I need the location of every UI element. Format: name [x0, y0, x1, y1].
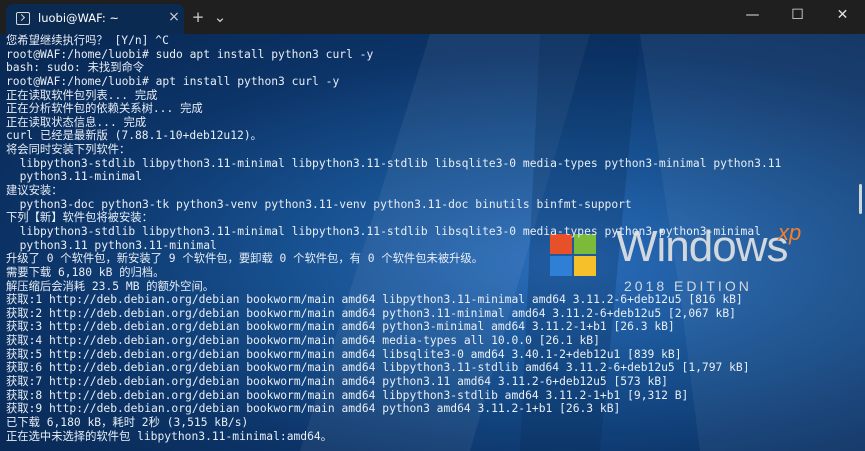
terminal-tab[interactable]: luobi@WAF: ~ ×	[6, 4, 184, 34]
tab-close-button[interactable]: ×	[166, 9, 182, 25]
terminal-icon	[16, 12, 30, 25]
terminal-line: python3-doc python3-tk python3-venv pyth…	[6, 197, 632, 211]
tab-title: luobi@WAF: ~	[38, 11, 120, 25]
terminal-line: 获取:8 http://deb.debian.org/debian bookwo…	[6, 388, 689, 402]
terminal-line: 升级了 0 个软件包，新安装了 9 个软件包，要卸载 0 个软件包，有 0 个软…	[6, 252, 484, 266]
terminal-line: 已下载 6,180 kB，耗时 2秒 (3,515 kB/s)	[6, 415, 249, 429]
terminal-line: 获取:5 http://deb.debian.org/debian bookwo…	[6, 347, 682, 361]
terminal-line: 建议安装：	[6, 184, 63, 198]
terminal-line: root@WAF:/home/luobi# apt install python…	[6, 74, 340, 88]
terminal-line: libpython3-stdlib libpython3.11-minimal …	[6, 156, 782, 170]
tab-dropdown-button[interactable]: ⌄	[209, 6, 231, 28]
terminal-line: 获取:1 http://deb.debian.org/debian bookwo…	[6, 293, 743, 307]
terminal-line: 将会同时安装下列软件：	[6, 143, 131, 157]
terminal-line: python3.11 python3.11-minimal	[6, 238, 217, 252]
terminal-line: curl 已经是最新版 (7.88.1-10+deb12u12)。	[6, 129, 262, 143]
terminal-line: root@WAF:/home/luobi# sudo apt install p…	[6, 47, 374, 61]
terminal-line: 您希望继续执行吗？ [Y/n] ^C	[6, 34, 169, 47]
terminal-line: libpython3-stdlib libpython3.11-minimal …	[6, 224, 761, 238]
terminal-text: 您希望继续执行吗？ [Y/n] ^C root@WAF:/home/luobi# …	[6, 34, 845, 443]
maximize-button[interactable]: ☐	[775, 0, 820, 30]
terminal-line: 需要下载 6,180 kB 的归档。	[6, 265, 165, 279]
terminal-line: 正在选中未选择的软件包 libpython3.11-minimal:amd64。	[6, 429, 333, 443]
terminal-line: 获取:2 http://deb.debian.org/debian bookwo…	[6, 306, 736, 320]
terminal-line: 正在读取软件包列表... 完成	[6, 88, 158, 102]
close-button[interactable]: ✕	[820, 0, 865, 30]
terminal-line: 正在分析软件包的依赖关系树... 完成	[6, 102, 203, 116]
scrollbar-thumb[interactable]	[859, 184, 862, 214]
terminal-line: 获取:3 http://deb.debian.org/debian bookwo…	[6, 320, 675, 334]
terminal-line: python3.11-minimal	[6, 170, 143, 184]
terminal-line: 正在读取状态信息... 完成	[6, 115, 147, 129]
terminal-line: 下列【新】软件包将被安装：	[6, 211, 153, 225]
terminal-line: 获取:4 http://deb.debian.org/debian bookwo…	[6, 334, 600, 348]
new-tab-button[interactable]: +	[187, 6, 209, 28]
minimize-button[interactable]: —	[730, 0, 775, 30]
terminal-line: 获取:7 http://deb.debian.org/debian bookwo…	[6, 375, 668, 389]
terminal-line: bash: sudo: 未找到命令	[6, 61, 145, 75]
terminal-line: 获取:9 http://deb.debian.org/debian bookwo…	[6, 402, 621, 416]
terminal-line: 获取:6 http://deb.debian.org/debian bookwo…	[6, 361, 750, 375]
title-bar: luobi@WAF: ~ × + ⌄ — ☐ ✕	[0, 0, 865, 34]
terminal-output-area[interactable]: Windows xp 2018 EDITION 您希望继续执行吗？ [Y/n] …	[0, 34, 865, 451]
terminal-line: 解压缩后会消耗 23.5 MB 的额外空间。	[6, 279, 215, 293]
